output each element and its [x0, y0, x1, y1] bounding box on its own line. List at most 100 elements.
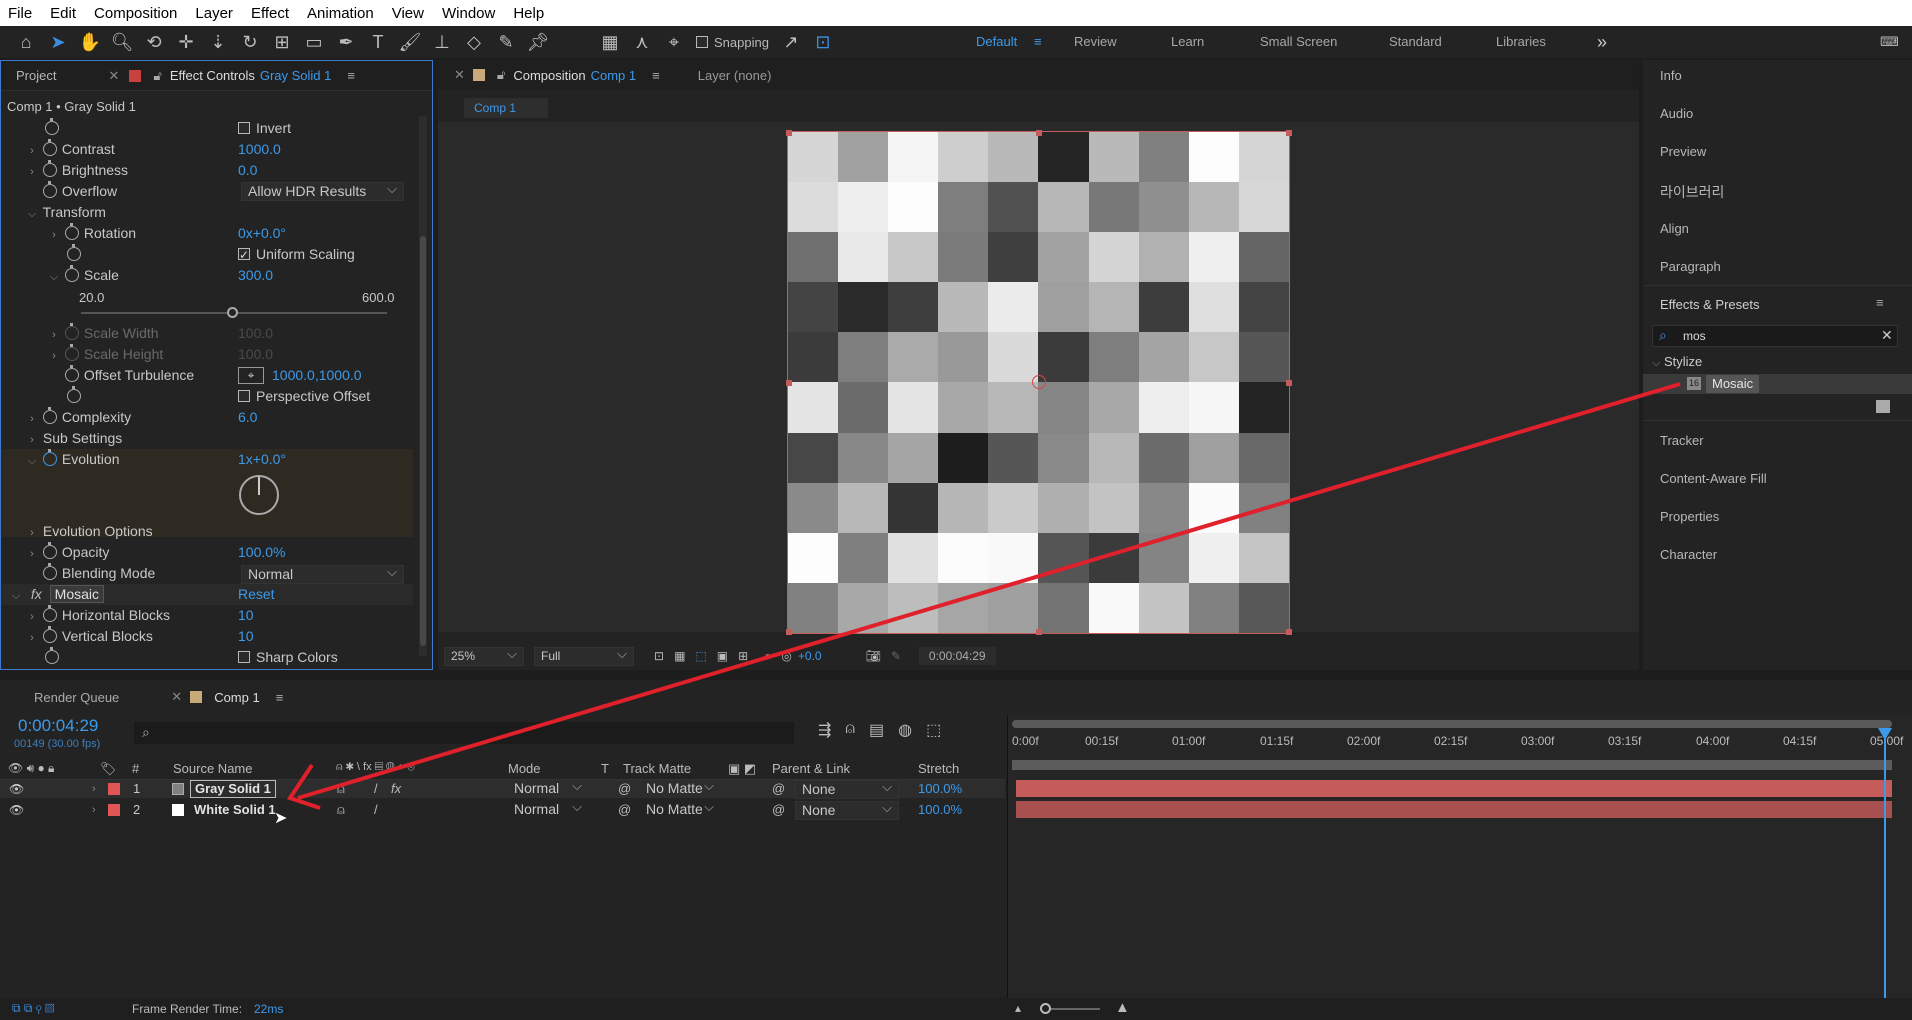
scale-value[interactable]: 300.0 [238, 265, 273, 286]
shy-switch-icon[interactable]: ⍝ [337, 801, 345, 819]
overflow-dropdown[interactable]: Allow HDR Results [241, 180, 404, 201]
menu-composition[interactable]: Composition [94, 5, 177, 22]
layer-row-2[interactable]: 👁︎ › 2 White Solid 1 ⍝ / Normal @ No Mat… [0, 798, 1005, 820]
stopwatch-active-icon[interactable] [42, 449, 57, 466]
expand-chevron-icon[interactable]: › [92, 801, 96, 819]
perspective-offset-checkbox[interactable] [238, 390, 250, 402]
menu-view[interactable]: View [392, 5, 424, 22]
layer-handle[interactable] [1286, 130, 1292, 136]
zoom-tool-icon[interactable]: 🔍︎ [106, 26, 138, 58]
stopwatch-icon[interactable] [67, 386, 81, 403]
tab-layer[interactable]: Layer (none) [698, 68, 772, 83]
expand-chevron-icon[interactable]: › [25, 523, 39, 544]
uniform-scaling-checkbox[interactable] [238, 245, 250, 266]
type-tool-icon[interactable]: T [362, 26, 394, 58]
motion-blur-icon[interactable]: ◍ [898, 720, 912, 740]
zoom-dropdown[interactable]: 25% [444, 645, 524, 666]
stopwatch-icon[interactable] [42, 542, 57, 559]
clone-stamp-tool-icon[interactable]: ⊥ [426, 26, 458, 58]
collapse-chevron-icon[interactable]: ⌵ [47, 267, 61, 288]
scrollbar-thumb[interactable] [420, 236, 426, 646]
playhead[interactable] [1884, 734, 1886, 1006]
close-icon[interactable]: ✕ [454, 67, 465, 83]
stopwatch-icon[interactable] [42, 605, 57, 622]
column-source-name[interactable]: Source Name [173, 761, 252, 776]
close-icon[interactable]: ✕ [108, 68, 119, 84]
close-icon[interactable]: ✕ [171, 689, 182, 705]
workspace-small-screen[interactable]: Small Screen [1260, 26, 1337, 58]
hand-tool-icon[interactable]: ✋ [74, 26, 106, 58]
selection-tool-icon[interactable]: ➤ [42, 26, 74, 58]
layer-bar-1[interactable] [1016, 780, 1892, 797]
clear-search-icon[interactable]: ✕ [1881, 327, 1893, 344]
evolution-options-row[interactable]: › Evolution Options [25, 521, 152, 544]
mosaic-result-row[interactable]: 16 Mosaic [1643, 374, 1912, 394]
snap-feature-icon[interactable]: ↗ [775, 26, 807, 58]
search-help-icon[interactable]: ⌨ [1880, 26, 1899, 58]
toggle-switches-icon[interactable]: ⧉ ⧉ ⚲ ▨ [12, 1001, 54, 1016]
stylize-category[interactable]: ⌵ Stylize [1652, 354, 1702, 370]
fx-switch-icon[interactable]: fx [391, 780, 401, 798]
layer-handle[interactable] [786, 130, 792, 136]
new-folder-icon[interactable] [1876, 400, 1890, 413]
layer-bar-2[interactable] [1016, 801, 1892, 818]
layer-name[interactable]: White Solid 1 [194, 801, 276, 819]
tab-comp-name[interactable]: Comp 1 [591, 68, 637, 83]
collapse-chevron-icon[interactable]: ⌵ [9, 586, 23, 607]
expand-chevron-icon[interactable]: › [25, 607, 39, 628]
panel-preview[interactable]: Preview [1660, 144, 1706, 159]
stopwatch-icon[interactable] [45, 118, 59, 135]
label-color-swatch[interactable] [108, 783, 120, 795]
layer-handle[interactable] [1036, 629, 1042, 635]
layer-mode-dropdown[interactable]: Normal [508, 777, 588, 799]
panel-info[interactable]: Info [1660, 68, 1682, 83]
panel-menu-icon[interactable]: ≡ [652, 68, 660, 83]
zoom-in-icon[interactable]: ▲ [1115, 999, 1130, 1016]
align-local-icon[interactable]: ▦ [594, 26, 626, 58]
sharp-colors-control[interactable]: Sharp Colors [238, 647, 338, 668]
layer-name[interactable]: Gray Solid 1 [190, 780, 276, 798]
evolution-dial[interactable] [239, 475, 279, 515]
tab-composition[interactable]: Composition [513, 68, 585, 83]
workspace-standard[interactable]: Standard [1389, 26, 1442, 58]
workspace-menu-icon[interactable]: ≡ [1034, 26, 1042, 58]
layer-handle[interactable] [1286, 629, 1292, 635]
timeline-navigator[interactable] [1012, 760, 1892, 770]
exposure-value[interactable]: +0.0 [798, 649, 822, 663]
parent-pickwhip-icon[interactable]: @ [772, 801, 785, 819]
tab-effect-controls[interactable]: Effect Controls [170, 68, 255, 83]
viewer-timecode[interactable]: 0:00:04:29 [918, 647, 996, 665]
layer-handle[interactable] [1036, 130, 1042, 136]
pen-tool-icon[interactable]: ✒ [330, 26, 362, 58]
panel-menu-icon[interactable]: ≡ [276, 690, 284, 705]
stopwatch-icon[interactable] [42, 139, 57, 156]
snap-target-icon[interactable]: ⊡ [807, 26, 839, 58]
comp-flowchart-icon[interactable]: ⇶ [818, 720, 831, 740]
fx-icon[interactable]: fx [31, 586, 42, 602]
menu-window[interactable]: Window [442, 5, 495, 22]
tab-timeline-comp[interactable]: Comp 1 [214, 690, 260, 705]
panel-content-aware-fill[interactable]: Content-Aware Fill [1660, 471, 1767, 486]
stopwatch-icon[interactable] [45, 647, 59, 664]
lock-icon[interactable]: 🔓︎ [153, 68, 161, 84]
panel-effects-presets[interactable]: Effects & Presets [1660, 297, 1759, 312]
panel-audio[interactable]: Audio [1660, 106, 1693, 121]
contrast-value[interactable]: 1000.0 [238, 139, 281, 160]
stopwatch-icon[interactable] [64, 265, 79, 282]
effects-search-input[interactable]: ⌕ mos ✕ [1652, 325, 1898, 347]
panel-paragraph[interactable]: Paragraph [1660, 259, 1721, 274]
home-icon[interactable]: ⌂ [10, 26, 42, 58]
stopwatch-icon[interactable] [64, 223, 79, 240]
brightness-value[interactable]: 0.0 [238, 160, 257, 181]
expand-chevron-icon[interactable]: › [47, 225, 61, 246]
stopwatch-icon[interactable] [64, 344, 79, 361]
work-area-bar[interactable] [1012, 720, 1892, 728]
current-time[interactable]: 0:00:04:29 [18, 716, 98, 736]
layer-track-matte-dropdown[interactable]: No Matte [640, 798, 720, 820]
region-of-interest-icon[interactable]: ▣ [717, 649, 728, 663]
quality-switch-icon[interactable]: / [374, 801, 378, 819]
menu-animation[interactable]: Animation [307, 5, 374, 22]
matte-pickwhip-icon[interactable]: @ [618, 801, 631, 819]
frame-blending-icon[interactable]: ▤ [869, 720, 884, 740]
shy-switch-icon[interactable]: ⍝ [337, 780, 345, 798]
